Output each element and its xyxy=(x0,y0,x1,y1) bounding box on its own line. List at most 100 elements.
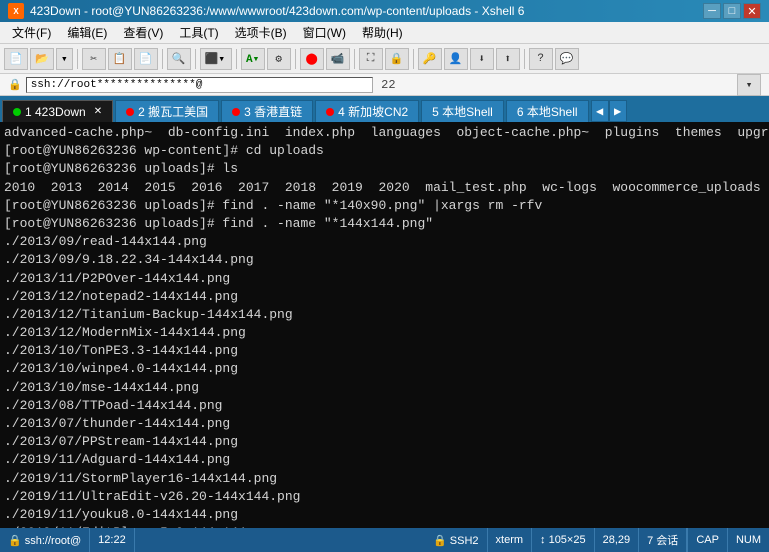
tab-close-icon[interactable]: ✕ xyxy=(94,106,102,117)
ssh-icon: 🔒 xyxy=(8,78,22,92)
toolbar-sep-3 xyxy=(195,49,196,69)
tab-status-dot xyxy=(126,108,134,116)
terminal-line: [root@YUN86263236 wp-content]# cd upload… xyxy=(4,142,765,160)
tab-label: 4 新加坡CN2 xyxy=(338,103,408,120)
terminal-line: [root@YUN86263236 uploads]# find . -name… xyxy=(4,215,765,233)
maximize-button[interactable]: □ xyxy=(723,3,741,19)
toolbar-sep-2 xyxy=(162,49,163,69)
menu-item-b[interactable]: 选项卡(B) xyxy=(227,22,295,43)
toolbar-sep-8 xyxy=(524,49,525,69)
status-bar: 🔒 ssh://root@ 12:22 🔒 SSH2xterm↕ 105×2528… xyxy=(0,528,769,552)
address-input[interactable] xyxy=(26,77,373,93)
toolbar-find-btn[interactable]: 🔍 xyxy=(167,48,191,70)
toolbar-dropdown-2[interactable]: ⬛▾ xyxy=(200,48,232,70)
toolbar-red-circle[interactable]: ⬤ xyxy=(300,48,324,70)
tab-label: 2 搬瓦工美国 xyxy=(138,103,208,120)
tab-next-button[interactable]: ▶ xyxy=(609,100,627,122)
menu-item-w[interactable]: 窗口(W) xyxy=(295,22,354,43)
toolbar-key-btn[interactable]: 🔑 xyxy=(418,48,442,70)
terminal-line: [root@YUN86263236 uploads]# ls xyxy=(4,160,765,178)
toolbar-lock-btn[interactable]: 🔒 xyxy=(385,48,409,70)
status-sessions: 7 会话 xyxy=(639,528,687,552)
tab-tab4[interactable]: 4 新加坡CN2 xyxy=(315,100,419,122)
menu-item-t[interactable]: 工具(T) xyxy=(171,22,226,43)
window-controls: ─ □ ✕ xyxy=(703,3,761,19)
terminal-line: ./2013/07/thunder-144x144.png xyxy=(4,415,765,433)
toolbar: 📄 📂 ▾ ✂ 📋 📄 🔍 ⬛▾ A▾ ⚙ ⬤ 📹 ⛶ 🔒 🔑 👤 ⬇ ⬆ ? … xyxy=(0,44,769,74)
toolbar-sep-6 xyxy=(354,49,355,69)
toolbar-sep-1 xyxy=(77,49,78,69)
tab-tab1[interactable]: 1 423Down ✕ xyxy=(2,100,113,122)
tab-label: 5 本地Shell xyxy=(432,103,493,120)
terminal-line: 2010 2013 2014 2015 2016 2017 2018 2019 … xyxy=(4,179,765,197)
tab-tab6[interactable]: 6 本地Shell xyxy=(506,100,589,122)
status-position: 28,29 xyxy=(595,528,640,552)
tab-prev-button[interactable]: ◀ xyxy=(591,100,609,122)
terminal-line: ./2013/07/PPStream-144x144.png xyxy=(4,433,765,451)
terminal-line: ./2013/12/Titanium-Backup-144x144.png xyxy=(4,306,765,324)
close-button[interactable]: ✕ xyxy=(743,3,761,19)
tab-status-dot xyxy=(232,108,240,116)
menu-item-h[interactable]: 帮助(H) xyxy=(354,22,411,43)
toolbar-paste-btn[interactable]: 📄 xyxy=(134,48,158,70)
toolbar-btn-b[interactable]: ⚙ xyxy=(267,48,291,70)
terminal-line: ./2013/10/winpe4.0-144x144.png xyxy=(4,360,765,378)
toolbar-rec-btn[interactable]: 📹 xyxy=(326,48,350,70)
menu-bar: 文件(F)编辑(E)查看(V)工具(T)选项卡(B)窗口(W)帮助(H) xyxy=(0,22,769,44)
toolbar-ul-btn[interactable]: ⬆ xyxy=(496,48,520,70)
tabs-bar: 1 423Down ✕ 2 搬瓦工美国 3 香港直链 4 新加坡CN2 5 本地Shell… xyxy=(0,96,769,122)
toolbar-user-btn[interactable]: 👤 xyxy=(444,48,468,70)
menu-item-f[interactable]: 文件(F) xyxy=(4,22,59,43)
status-num: NUM xyxy=(727,528,769,552)
menu-item-e[interactable]: 编辑(E) xyxy=(59,22,115,43)
tab-tab3[interactable]: 3 香港直链 xyxy=(221,100,313,122)
toolbar-expand-btn[interactable]: ⛶ xyxy=(359,48,383,70)
toolbar-copy-btn[interactable]: 📋 xyxy=(108,48,132,70)
toolbar-dropdown-1[interactable]: ▾ xyxy=(56,48,73,70)
status-terminal-type: xterm xyxy=(488,528,533,552)
toolbar-info-btn[interactable]: 💬 xyxy=(555,48,579,70)
app-icon: X xyxy=(8,3,24,19)
terminal-line: ./2019/11/StormPlayer16-144x144.png xyxy=(4,470,765,488)
terminal-line: ./2019/11/youku8.0-144x144.png xyxy=(4,506,765,524)
window-title: 423Down - root@YUN86263236:/www/wwwroot/… xyxy=(30,4,703,18)
terminal-line: ./2013/12/ModernMix-144x144.png xyxy=(4,324,765,342)
toolbar-sep-4 xyxy=(236,49,237,69)
terminal-line: ./2013/12/notepad2-144x144.png xyxy=(4,288,765,306)
tab-status-dot xyxy=(13,108,21,116)
menu-item-v[interactable]: 查看(V) xyxy=(115,22,171,43)
terminal-line: advanced-cache.php~ db-config.ini index.… xyxy=(4,124,765,142)
toolbar-new-btn[interactable]: 📄 xyxy=(4,48,28,70)
status-protocol: 🔒 SSH2 xyxy=(425,528,488,552)
toolbar-sep-7 xyxy=(413,49,414,69)
toolbar-btn-a[interactable]: A▾ xyxy=(241,48,265,70)
tab-status-dot xyxy=(326,108,334,116)
toolbar-open-btn[interactable]: 📂 xyxy=(30,48,54,70)
terminal-line: ./2019/11/UltraEdit-v26.20-144x144.png xyxy=(4,488,765,506)
toolbar-dl-btn[interactable]: ⬇ xyxy=(470,48,494,70)
terminal-line: ./2013/11/P2POver-144x144.png xyxy=(4,270,765,288)
terminal-line: ./2013/10/TonPE3.3-144x144.png xyxy=(4,342,765,360)
tab-tab5[interactable]: 5 本地Shell xyxy=(421,100,504,122)
terminal-line: ./2019/11/Adguard-144x144.png xyxy=(4,451,765,469)
tab-label: 1 423Down xyxy=(25,105,86,119)
tab-label: 6 本地Shell xyxy=(517,103,578,120)
port-number: 22 xyxy=(381,78,395,92)
toolbar-sep-5 xyxy=(295,49,296,69)
tab-tab2[interactable]: 2 搬瓦工美国 xyxy=(115,100,219,122)
title-bar: X 423Down - root@YUN86263236:/www/wwwroo… xyxy=(0,0,769,22)
address-bar: 🔒 22 ▾ xyxy=(0,74,769,96)
terminal-area[interactable]: advanced-cache.php~ db-config.ini index.… xyxy=(0,122,769,528)
status-size: ↕ 105×25 xyxy=(532,528,595,552)
status-cap: CAP xyxy=(687,528,727,552)
toolbar-cut-btn[interactable]: ✂ xyxy=(82,48,106,70)
terminal-line: ./2013/09/read-144x144.png xyxy=(4,233,765,251)
status-connection: 🔒 ssh://root@ xyxy=(0,528,90,552)
terminal-line: [root@YUN86263236 uploads]# find . -name… xyxy=(4,197,765,215)
address-nav-btn[interactable]: ▾ xyxy=(737,74,761,96)
status-time: 12:22 xyxy=(90,528,135,552)
terminal-line: ./2013/09/9.18.22.34-144x144.png xyxy=(4,251,765,269)
minimize-button[interactable]: ─ xyxy=(703,3,721,19)
tab-label: 3 香港直链 xyxy=(244,103,302,120)
toolbar-help-btn[interactable]: ? xyxy=(529,48,553,70)
